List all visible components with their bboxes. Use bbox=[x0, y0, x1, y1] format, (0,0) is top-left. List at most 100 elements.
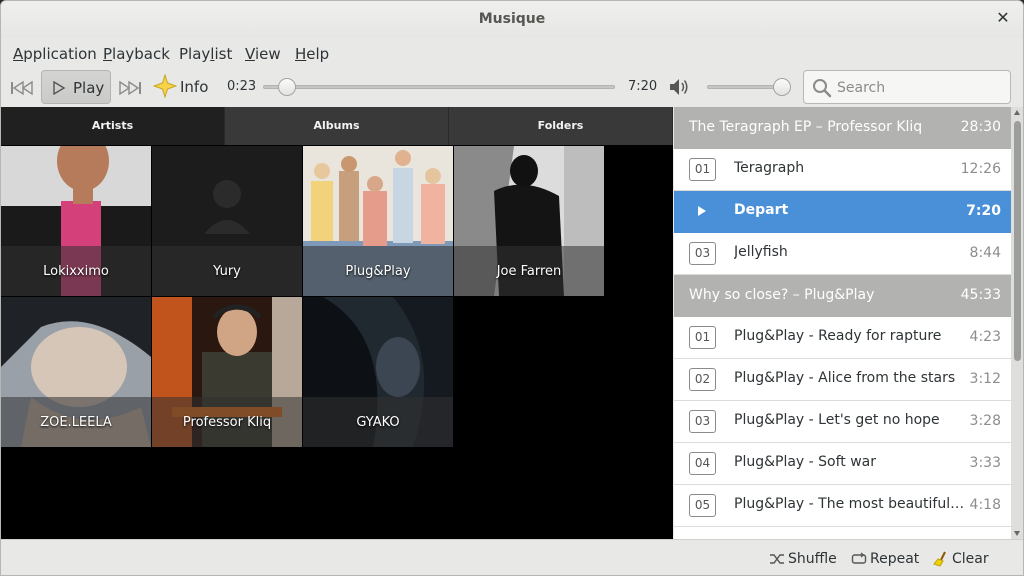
track-number: 03 bbox=[689, 242, 716, 265]
menu-playback[interactable]: Playback bbox=[103, 45, 170, 63]
track-number: 04 bbox=[689, 452, 716, 475]
track-duration: 7:20 bbox=[966, 203, 1001, 219]
titlebar: Musique ✕ bbox=[1, 1, 1023, 39]
shuffle-icon bbox=[770, 554, 784, 564]
track-row[interactable]: 02 Plug&Play - Alice from the stars 3:12 bbox=[674, 359, 1011, 401]
track-row[interactable] bbox=[674, 527, 1011, 539]
artist-name: Plug&Play bbox=[345, 264, 411, 279]
clear-label: Clear bbox=[952, 551, 989, 567]
menu-help[interactable]: Help bbox=[295, 45, 329, 63]
artist-name: Professor Kliq bbox=[182, 415, 272, 430]
artist-name: Lokixximo bbox=[43, 264, 109, 279]
close-icon[interactable]: ✕ bbox=[995, 10, 1011, 26]
search-input[interactable] bbox=[837, 77, 1002, 99]
playlist-scrollbar[interactable] bbox=[1011, 107, 1023, 539]
track-title: Plug&Play - Soft war bbox=[734, 454, 877, 470]
artist-grid: Lokixximo Yury Plug&Play Joe Farren ZOE.LEEL… bbox=[1, 146, 673, 539]
artist-name: GYAKO bbox=[356, 415, 400, 430]
track-duration: 4:18 bbox=[969, 497, 1001, 513]
track-title: Teragraph bbox=[734, 160, 805, 176]
menu-mnemonic: H bbox=[295, 45, 307, 63]
track-row[interactable]: 05 Plug&Play - The most beautiful f... 4:1… bbox=[674, 485, 1011, 527]
menu-application[interactable]: Application bbox=[13, 45, 97, 63]
menu-label-part: pplication bbox=[23, 45, 97, 63]
artist-name: Joe Farren bbox=[496, 264, 562, 279]
skip-forward-icon bbox=[119, 80, 141, 96]
menu-label-part: elp bbox=[306, 45, 330, 63]
track-row[interactable]: 03 Plug&Play - Let's get no hope 3:28 bbox=[674, 401, 1011, 443]
track-duration: 3:33 bbox=[969, 455, 1001, 471]
track-title: Plug&Play - Let's get no hope bbox=[734, 412, 940, 428]
volume-slider-handle[interactable] bbox=[773, 78, 791, 96]
menu-view[interactable]: View bbox=[245, 45, 281, 63]
album-title: Why so close? – Plug&Play bbox=[689, 287, 875, 303]
track-duration: 12:26 bbox=[960, 161, 1001, 177]
artist-tile[interactable]: GYAKO bbox=[303, 297, 453, 447]
track-duration: 3:12 bbox=[969, 371, 1001, 387]
repeat-icon bbox=[851, 552, 867, 564]
menu-mnemonic: P bbox=[103, 45, 113, 63]
play-button[interactable]: Play bbox=[41, 70, 111, 104]
track-title: Plug&Play - Alice from the stars bbox=[734, 370, 956, 386]
elapsed-time: 0:23 bbox=[227, 79, 257, 94]
volume-slider[interactable] bbox=[707, 78, 791, 96]
tab-albums[interactable]: Albums bbox=[225, 107, 449, 145]
track-number: 01 bbox=[689, 158, 716, 181]
play-button-label: Play bbox=[73, 79, 105, 97]
menu-label-part: iew bbox=[254, 45, 281, 63]
play-icon bbox=[53, 81, 66, 95]
artist-tile[interactable]: Yury bbox=[152, 146, 302, 296]
now-playing-icon bbox=[698, 206, 706, 216]
artist-tile[interactable]: Plug&Play bbox=[303, 146, 453, 296]
star-icon bbox=[153, 74, 177, 98]
album-duration: 28:30 bbox=[960, 119, 1001, 135]
scroll-down-icon[interactable] bbox=[1014, 531, 1020, 536]
skip-back-icon bbox=[11, 80, 33, 96]
track-row[interactable]: 01 Plug&Play - Ready for rapture 4:23 bbox=[674, 317, 1011, 359]
album-duration: 45:33 bbox=[960, 287, 1001, 303]
library-browser: Artists Albums Folders Lokixximo Yury Plug&P… bbox=[1, 107, 673, 539]
skip-forward-button[interactable] bbox=[117, 78, 143, 98]
volume-button[interactable] bbox=[668, 77, 690, 97]
artist-tile[interactable]: ZOE.LEELA bbox=[1, 297, 151, 447]
search-icon bbox=[813, 79, 832, 98]
artist-tile[interactable]: Lokixximo bbox=[1, 146, 151, 296]
seek-slider-handle[interactable] bbox=[277, 78, 296, 96]
menu-playlist[interactable]: Playlist bbox=[179, 45, 232, 63]
track-duration: 8:44 bbox=[969, 245, 1001, 261]
shuffle-label: Shuffle bbox=[788, 551, 837, 567]
album-header[interactable]: The Teragraph EP – Professor Kliq 28:30 bbox=[674, 107, 1011, 149]
artist-tile[interactable]: Joe Farren bbox=[454, 146, 604, 296]
skip-back-button[interactable] bbox=[9, 78, 35, 98]
track-number: 02 bbox=[689, 368, 716, 391]
seek-slider[interactable] bbox=[263, 78, 615, 96]
track-number: 01 bbox=[689, 326, 716, 349]
menu-mnemonic: V bbox=[245, 45, 255, 63]
playlist: The Teragraph EP – Professor Kliq 28:30 01… bbox=[674, 107, 1011, 539]
toolbar: Play Info 0:23 7:20 bbox=[1, 69, 1023, 107]
album-header[interactable]: Why so close? – Plug&Play 45:33 bbox=[674, 275, 1011, 317]
browser-tabs: Artists Albums Folders bbox=[1, 107, 673, 145]
speaker-icon bbox=[670, 79, 688, 95]
tab-folders[interactable]: Folders bbox=[449, 107, 673, 145]
tab-artists[interactable]: Artists bbox=[1, 107, 225, 145]
track-row[interactable]: 01 Teragraph 12:26 bbox=[674, 149, 1011, 191]
artist-tile[interactable]: Professor Kliq bbox=[152, 297, 302, 447]
search-box[interactable] bbox=[803, 70, 1011, 104]
scrollbar-thumb[interactable] bbox=[1014, 121, 1021, 361]
statusbar: Shuffle Repeat Clear bbox=[1, 539, 1023, 575]
scroll-up-icon[interactable] bbox=[1014, 110, 1020, 115]
track-title: Plug&Play - Ready for rapture bbox=[734, 328, 942, 344]
track-row[interactable]: 04 Plug&Play - Soft war 3:33 bbox=[674, 443, 1011, 485]
menubar: Application Playback Playlist View Help bbox=[1, 39, 1023, 69]
track-title: Plug&Play - The most beautiful f... bbox=[734, 496, 966, 512]
track-row-playing[interactable]: Depart 7:20 bbox=[674, 191, 1011, 233]
menu-label-part: ist bbox=[214, 45, 233, 63]
broom-icon bbox=[933, 551, 946, 567]
info-button[interactable]: Info bbox=[153, 74, 213, 100]
menu-label-part: Play bbox=[179, 45, 211, 63]
total-time: 7:20 bbox=[628, 79, 658, 94]
track-row[interactable]: 03 Jellyfish 8:44 bbox=[674, 233, 1011, 275]
artist-name: ZOE.LEELA bbox=[40, 415, 112, 430]
track-number: 03 bbox=[689, 410, 716, 433]
